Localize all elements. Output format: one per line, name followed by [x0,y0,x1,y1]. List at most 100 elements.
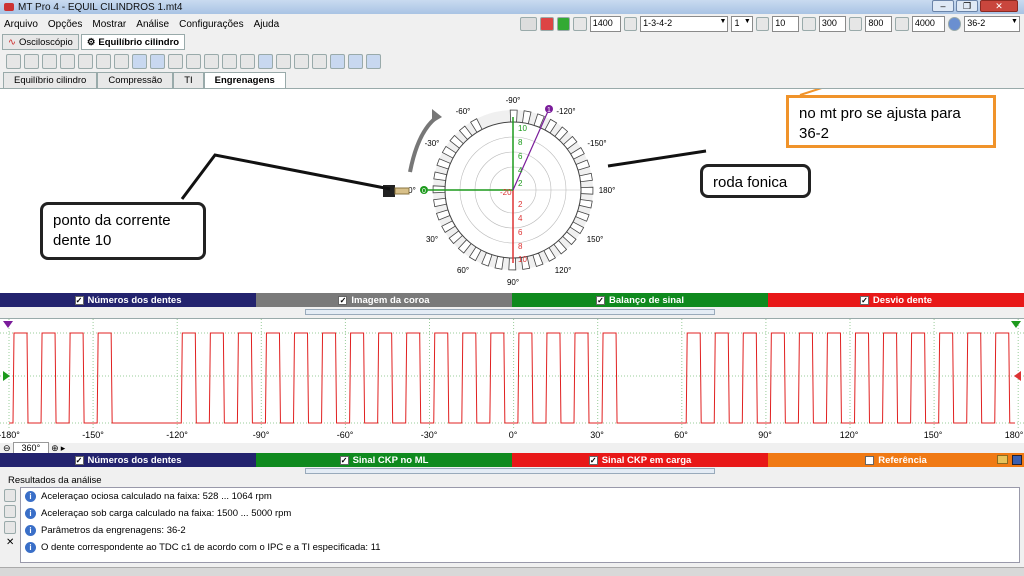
callout-roda: roda fonica [700,164,811,198]
checkbox-icon[interactable]: ✓ [859,295,869,305]
right-top-marker-icon[interactable] [1011,321,1021,328]
arrow-icon[interactable] [42,53,57,69]
wave-settings-icon[interactable] [114,53,129,69]
menu-mostrar[interactable]: Mostrar [92,19,126,30]
restore-button[interactable]: ❐ [956,0,978,12]
legend-label: Referência [878,454,927,466]
splitter-handle-2[interactable] [305,468,715,474]
degree-label: -120° [556,107,575,116]
rpm-field[interactable]: 1400 [589,16,621,32]
signal-icon[interactable] [24,53,39,69]
results-toolbar: ✕ [4,489,16,548]
checkbox-icon[interactable]: ✓ [339,455,349,465]
scale-label: 10 [518,124,527,133]
legend-numeros-dentes-2[interactable]: ✓ Números dos dentes [0,453,256,467]
subtab-equilibrio[interactable]: Equilíbrio cilindro [3,72,98,88]
sort-icon[interactable] [78,53,93,69]
checkbox-icon[interactable]: ✓ [588,455,598,465]
scroll-right-icon[interactable]: ▸ [61,443,66,454]
wheel-type-select[interactable]: 36-2 ▼ [964,16,1020,32]
save-icon[interactable] [1012,455,1022,465]
degree-label: -30° [425,139,440,148]
subtab-ti[interactable]: TI [173,72,204,88]
car-icon[interactable] [520,17,538,31]
checkbox-icon[interactable]: ✓ [596,295,605,305]
tab-equilibrio-cilindro[interactable]: ⚙ Equilíbrio cilindro [80,34,186,50]
gauge-icon [848,17,863,31]
checkbox-icon[interactable]: ✓ [338,295,348,305]
clear-icon[interactable] [6,53,21,69]
bar-chart-red-icon[interactable] [204,53,219,69]
list-detail-icon[interactable] [276,53,291,69]
close-button[interactable]: ✕ [980,0,1018,12]
copy-results-icon[interactable] [4,505,16,518]
legend-ckp-carga[interactable]: ✓ Sinal CKP em carga [512,453,768,467]
legend-label: Sinal CKP em carga [601,454,692,466]
folder-icon[interactable] [997,455,1008,464]
legend-numeros-dentes[interactable]: ✓ Números dos dentes [0,293,256,307]
scale-label: 4 [518,166,523,175]
copy-icon[interactable] [312,53,327,69]
menu-ajuda[interactable]: Ajuda [254,19,280,30]
bar-chart-icon[interactable] [186,53,201,69]
subtab-engrenagens[interactable]: Engrenagens [203,72,286,88]
menu-opcoes[interactable]: Opções [48,19,82,30]
green-tool-icon[interactable] [556,17,571,31]
zoom-out-icon[interactable]: ⊖ [3,443,11,454]
legend-label: Sinal CKP no ML [352,454,429,466]
minimize-button[interactable]: ‒ [932,0,954,12]
legend-imagem-coroa[interactable]: ✓ Imagem da coroa [256,293,512,307]
cylinder-select[interactable]: 1 ▼ [731,16,753,32]
scale-label: 10 [518,255,527,264]
bug-icon[interactable] [366,53,381,69]
bar-chart-blue-icon[interactable] [222,53,237,69]
firing-order-select[interactable]: 1-3-4-2 ▼ [640,16,729,32]
angle-field[interactable]: 10 [772,16,800,32]
align-icon[interactable] [294,53,309,69]
legend-desvio-dente[interactable]: ✓ Desvio dente [768,293,1024,307]
capture-icon[interactable] [150,53,165,69]
ckp-signal-trace [9,332,1015,424]
waveform-chart [0,319,1024,429]
axis-tick-label: -120° [166,430,188,440]
splitter-handle[interactable] [305,309,715,315]
checkbox-icon[interactable] [865,455,875,465]
right-level-marker-icon[interactable] [1014,371,1021,381]
checkbox-icon[interactable]: ✓ [74,295,84,305]
menu-analise[interactable]: Análise [136,19,169,30]
pointer-line-ponto [180,153,391,200]
close-results-icon[interactable]: ✕ [4,537,16,548]
waveform-axis: -180° -150° -120° -90° -60° -30° 0° 30° … [0,430,1024,441]
export-icon[interactable] [168,53,183,69]
menu-configuracoes[interactable]: Configurações [179,19,243,30]
legend-label: Balanço de sinal [609,294,684,306]
field-800[interactable]: 800 [865,16,893,32]
zoom-in-icon[interactable]: ⊕ [51,443,59,454]
legend-balanco-sinal[interactable]: ✓ Balanço de sinal [512,293,768,307]
tab-osciloscopio[interactable]: ∿ Osciloscópio [2,34,79,50]
red-tool-icon[interactable] [540,17,554,31]
checkbox-icon[interactable]: ✓ [74,455,84,465]
cursor-red-icon[interactable] [348,53,363,69]
results-panel: Resultados da análise ✕ i Aceleraçao ocio… [0,475,1024,576]
pattern-icon[interactable] [132,53,147,69]
save-results-icon[interactable] [4,521,16,534]
select-red-icon[interactable] [330,53,345,69]
bold-b-icon[interactable] [60,53,75,69]
subtab-compressao[interactable]: Compressão [97,72,174,88]
legend-label: Desvio dente [872,294,933,306]
field-300[interactable]: 300 [818,16,846,32]
field-4000[interactable]: 4000 [911,16,945,32]
wave-icon[interactable] [96,53,111,69]
legend-referencia[interactable]: Referência [768,453,1024,467]
left-top-marker-icon[interactable] [3,321,13,328]
menu-arquivo[interactable]: Arquivo [4,19,38,30]
scale-label: 6 [518,228,523,237]
pointer-line-roda [607,149,707,168]
callout-ponto-text: ponto da corrente dente 10 [53,212,171,249]
window-icon[interactable] [240,53,255,69]
list-icon[interactable] [258,53,273,69]
clear-results-icon[interactable] [4,489,16,502]
callout-mtpro: no mt pro se ajusta para 36-2 [786,95,996,148]
legend-ckp-ml[interactable]: ✓ Sinal CKP no ML [256,453,512,467]
